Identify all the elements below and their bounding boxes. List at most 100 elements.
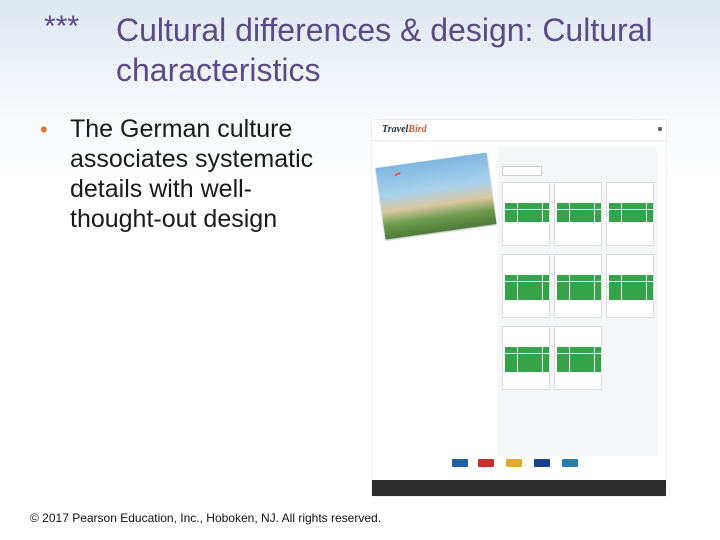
day-cell[interactable] [563, 359, 570, 366]
day-cell[interactable] [621, 275, 628, 282]
day-cell[interactable] [557, 275, 563, 282]
day-cell[interactable] [621, 294, 628, 301]
day-cell[interactable] [621, 209, 628, 216]
day-cell[interactable] [594, 275, 601, 282]
day-cell[interactable] [523, 281, 530, 288]
day-cell[interactable] [615, 281, 622, 288]
day-cell[interactable] [511, 294, 518, 301]
day-cell[interactable] [517, 209, 524, 216]
day-cell[interactable] [523, 353, 530, 360]
day-cell[interactable] [536, 287, 543, 294]
day-cell[interactable] [563, 294, 570, 301]
day-cell[interactable] [569, 209, 576, 216]
day-cell[interactable] [536, 203, 543, 210]
day-cell[interactable] [640, 294, 647, 301]
day-cell[interactable] [542, 347, 549, 354]
day-cell[interactable] [594, 209, 601, 216]
day-cell[interactable] [530, 347, 537, 354]
day-cell[interactable] [530, 353, 537, 360]
day-cell[interactable] [575, 209, 582, 216]
day-cell[interactable] [505, 281, 511, 288]
day-cell[interactable] [615, 215, 622, 222]
day-cell[interactable] [569, 294, 576, 301]
day-cell[interactable] [575, 359, 582, 366]
day-cell[interactable] [582, 353, 589, 360]
day-cell[interactable] [640, 215, 647, 222]
day-cell[interactable] [530, 209, 537, 216]
day-cell[interactable] [523, 359, 530, 366]
day-cell[interactable] [621, 287, 628, 294]
day-cell[interactable] [588, 281, 595, 288]
day-cell[interactable] [536, 209, 543, 216]
day-cell[interactable] [563, 353, 570, 360]
day-cell[interactable] [646, 275, 653, 282]
day-cell[interactable] [523, 275, 530, 282]
day-cell[interactable] [634, 215, 641, 222]
day-cell[interactable] [569, 275, 576, 282]
day-cell[interactable] [646, 203, 653, 210]
day-cell[interactable] [575, 347, 582, 354]
day-cell[interactable] [569, 203, 576, 210]
day-cell[interactable] [536, 366, 543, 373]
day-cell[interactable] [563, 281, 570, 288]
day-cell[interactable] [569, 281, 576, 288]
day-cell[interactable] [511, 203, 518, 210]
day-cell[interactable] [517, 294, 524, 301]
day-cell[interactable] [575, 287, 582, 294]
day-cell[interactable] [542, 281, 549, 288]
day-cell[interactable] [563, 215, 570, 222]
day-cell[interactable] [575, 203, 582, 210]
day-cell[interactable] [563, 275, 570, 282]
day-cell[interactable] [569, 347, 576, 354]
day-cell[interactable] [523, 287, 530, 294]
day-cell[interactable] [588, 359, 595, 366]
day-cell[interactable] [542, 294, 549, 301]
day-cell[interactable] [609, 294, 615, 301]
day-cell[interactable] [542, 366, 549, 373]
day-cell[interactable] [530, 294, 537, 301]
day-cell[interactable] [511, 275, 518, 282]
day-cell[interactable] [511, 215, 518, 222]
day-cell[interactable] [582, 359, 589, 366]
day-cell[interactable] [594, 294, 601, 301]
day-cell[interactable] [582, 366, 589, 373]
day-cell[interactable] [523, 215, 530, 222]
day-cell[interactable] [594, 366, 601, 373]
day-cell[interactable] [621, 281, 628, 288]
day-cell[interactable] [542, 209, 549, 216]
day-cell[interactable] [511, 353, 518, 360]
day-cell[interactable] [523, 294, 530, 301]
day-cell[interactable] [582, 209, 589, 216]
day-cell[interactable] [646, 287, 653, 294]
day-cell[interactable] [563, 366, 570, 373]
day-cell[interactable] [542, 203, 549, 210]
day-cell[interactable] [536, 281, 543, 288]
day-cell[interactable] [640, 275, 647, 282]
day-cell[interactable] [511, 359, 518, 366]
day-cell[interactable] [511, 287, 518, 294]
day-cell[interactable] [563, 203, 570, 210]
day-cell[interactable] [557, 359, 563, 366]
day-cell[interactable] [594, 353, 601, 360]
day-cell[interactable] [588, 209, 595, 216]
day-cell[interactable] [557, 353, 563, 360]
day-cell[interactable] [621, 215, 628, 222]
day-cell[interactable] [505, 287, 511, 294]
day-cell[interactable] [575, 275, 582, 282]
day-cell[interactable] [542, 215, 549, 222]
day-cell[interactable] [627, 287, 634, 294]
day-cell[interactable] [594, 215, 601, 222]
day-cell[interactable] [505, 294, 511, 301]
day-cell[interactable] [530, 203, 537, 210]
day-cell[interactable] [569, 366, 576, 373]
day-cell[interactable] [536, 215, 543, 222]
day-cell[interactable] [511, 366, 518, 373]
day-cell[interactable] [615, 203, 622, 210]
day-cell[interactable] [511, 209, 518, 216]
day-cell[interactable] [575, 215, 582, 222]
day-cell[interactable] [588, 294, 595, 301]
day-cell[interactable] [594, 287, 601, 294]
day-cell[interactable] [640, 287, 647, 294]
day-cell[interactable] [557, 215, 563, 222]
day-cell[interactable] [569, 287, 576, 294]
